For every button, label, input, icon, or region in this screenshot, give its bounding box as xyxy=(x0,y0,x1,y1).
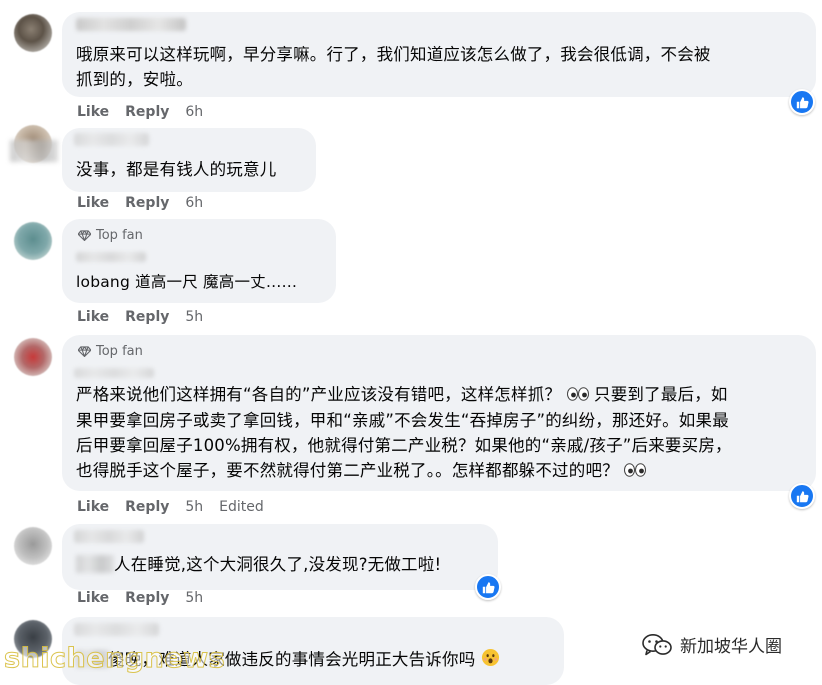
like-button[interactable]: Like xyxy=(77,499,109,515)
comment-text-line: 果甲要拿回房子或卖了拿回钱，甲和“亲戚”不会发生“吞掉房子”的纠纷，那还好。如果… xyxy=(76,411,729,430)
wechat-account-watermark: 新加坡华人圈 xyxy=(642,632,782,657)
comment-text-segment: 只要到了最后，如 xyxy=(594,385,728,404)
avatar[interactable] xyxy=(14,527,52,565)
timestamp[interactable]: 5h xyxy=(185,309,203,325)
timestamp[interactable]: 5h xyxy=(185,590,203,606)
comment-text: 没事，都是有钱人的玩意儿 xyxy=(76,157,276,182)
eyes-emoji-icon xyxy=(566,383,589,408)
like-thumb-icon xyxy=(796,490,809,502)
comment-bubble: Top fan 严格来说他们这样拥有“各自的”产业应该没有错吧，这样怎样抓？ 只… xyxy=(62,335,816,491)
like-reaction-badge[interactable] xyxy=(789,483,815,509)
gem-icon xyxy=(78,346,91,357)
surprised-emoji-icon xyxy=(481,648,500,674)
comment-actions: Like Reply 5h Edited xyxy=(77,499,264,515)
eyes-emoji-icon xyxy=(624,459,647,484)
commenter-name-redacted xyxy=(76,18,186,31)
top-fan-label: Top fan xyxy=(96,344,143,359)
avatar[interactable] xyxy=(14,14,52,52)
commenter-name-redacted xyxy=(76,252,146,262)
commenter-name-redacted xyxy=(10,140,58,162)
like-button[interactable]: Like xyxy=(77,104,109,120)
comment-text-line: 人在睡觉,这个大洞很久了,没发现?无做工啦! xyxy=(114,555,442,574)
comment-actions: Like Reply 6h xyxy=(77,195,203,211)
comment-text-line: 后甲要拿回屋子100%拥有权，他就得付第二产业税？如果他的“亲戚/孩子”后来要买… xyxy=(76,436,732,455)
commenter-name-redacted xyxy=(74,623,159,636)
like-button[interactable]: Like xyxy=(77,195,109,211)
reply-button[interactable]: Reply xyxy=(125,104,169,120)
wechat-logo-icon xyxy=(642,633,672,655)
comment-bubble: Top fan lobang 道高一尺 魔高一丈…… xyxy=(62,219,336,303)
comment-text: lobang 道高一尺 魔高一丈…… xyxy=(76,270,297,295)
like-button[interactable]: Like xyxy=(77,309,109,325)
commenter-name-redacted xyxy=(74,133,149,146)
timestamp[interactable]: 6h xyxy=(185,104,203,120)
comment-actions: Like Reply 5h xyxy=(77,590,203,606)
comment-text-line: 没事，都是有钱人的玩意儿 xyxy=(76,160,277,179)
comment-text: 哦原来可以这样玩啊，早分享嘛。行了，我们知道应该怎么做了，我会很低调，不会被 抓… xyxy=(76,42,711,92)
shichengnews-watermark: shichengnews xyxy=(3,643,226,675)
like-reaction-badge[interactable] xyxy=(789,89,815,115)
timestamp[interactable]: 5h xyxy=(185,499,203,515)
like-thumb-icon xyxy=(482,581,495,593)
commenter-name-redacted xyxy=(74,368,154,378)
comment-bubble: 人在睡觉,这个大洞很久了,没发现?无做工啦! xyxy=(62,524,498,590)
like-reaction-badge[interactable] xyxy=(475,574,501,600)
reply-button[interactable]: Reply xyxy=(125,309,169,325)
comment-text-line: 严格来说他们这样拥有“各自的”产业应该没有错吧，这样怎样抓？ 只要到了最后，如 xyxy=(76,382,732,408)
comment-text: 严格来说他们这样拥有“各自的”产业应该没有错吧，这样怎样抓？ 只要到了最后，如 … xyxy=(76,382,732,484)
reply-button[interactable]: Reply xyxy=(125,195,169,211)
edited-label: Edited xyxy=(219,499,264,515)
avatar[interactable] xyxy=(14,222,52,260)
reply-button[interactable]: Reply xyxy=(125,590,169,606)
comment-actions: Like Reply 6h xyxy=(77,104,203,120)
comment-text-segment: 也得脱手这个屋子，要不然就得付第二产业税了。。怎样都都躲不过的吧？ xyxy=(76,461,619,480)
commenter-name-redacted xyxy=(76,555,114,573)
comment-text-line: 哦原来可以这样玩啊，早分享嘛。行了，我们知道应该怎么做了，我会很低调，不会被 xyxy=(76,45,711,64)
comment-text-line: lobang 道高一尺 魔高一丈…… xyxy=(76,273,298,291)
comment-text-segment: 严格来说他们这样拥有“各自的”产业应该没有错吧，这样怎样抓？ xyxy=(76,385,562,404)
comment-text-line: 抓到的，安啦。 xyxy=(76,70,193,89)
wechat-account-name: 新加坡华人圈 xyxy=(680,637,782,657)
gem-icon xyxy=(78,230,91,241)
comment-text-line: 也得脱手这个屋子，要不然就得付第二产业税了。。怎样都都躲不过的吧？ xyxy=(76,458,732,484)
commenter-name-redacted xyxy=(74,530,144,543)
like-thumb-icon xyxy=(796,96,809,108)
avatar[interactable] xyxy=(14,338,52,376)
top-fan-label: Top fan xyxy=(96,228,143,243)
like-button[interactable]: Like xyxy=(77,590,109,606)
timestamp[interactable]: 6h xyxy=(185,195,203,211)
comment-bubble: 没事，都是有钱人的玩意儿 xyxy=(62,128,316,192)
top-fan-badge: Top fan xyxy=(78,344,143,359)
top-fan-badge: Top fan xyxy=(78,228,143,243)
comment-bubble: 哦原来可以这样玩啊，早分享嘛。行了，我们知道应该怎么做了，我会很低调，不会被 抓… xyxy=(62,12,816,97)
comment-text: 人在睡觉,这个大洞很久了,没发现?无做工啦! xyxy=(114,552,441,577)
reply-button[interactable]: Reply xyxy=(125,499,169,515)
comment-actions: Like Reply 5h xyxy=(77,309,203,325)
